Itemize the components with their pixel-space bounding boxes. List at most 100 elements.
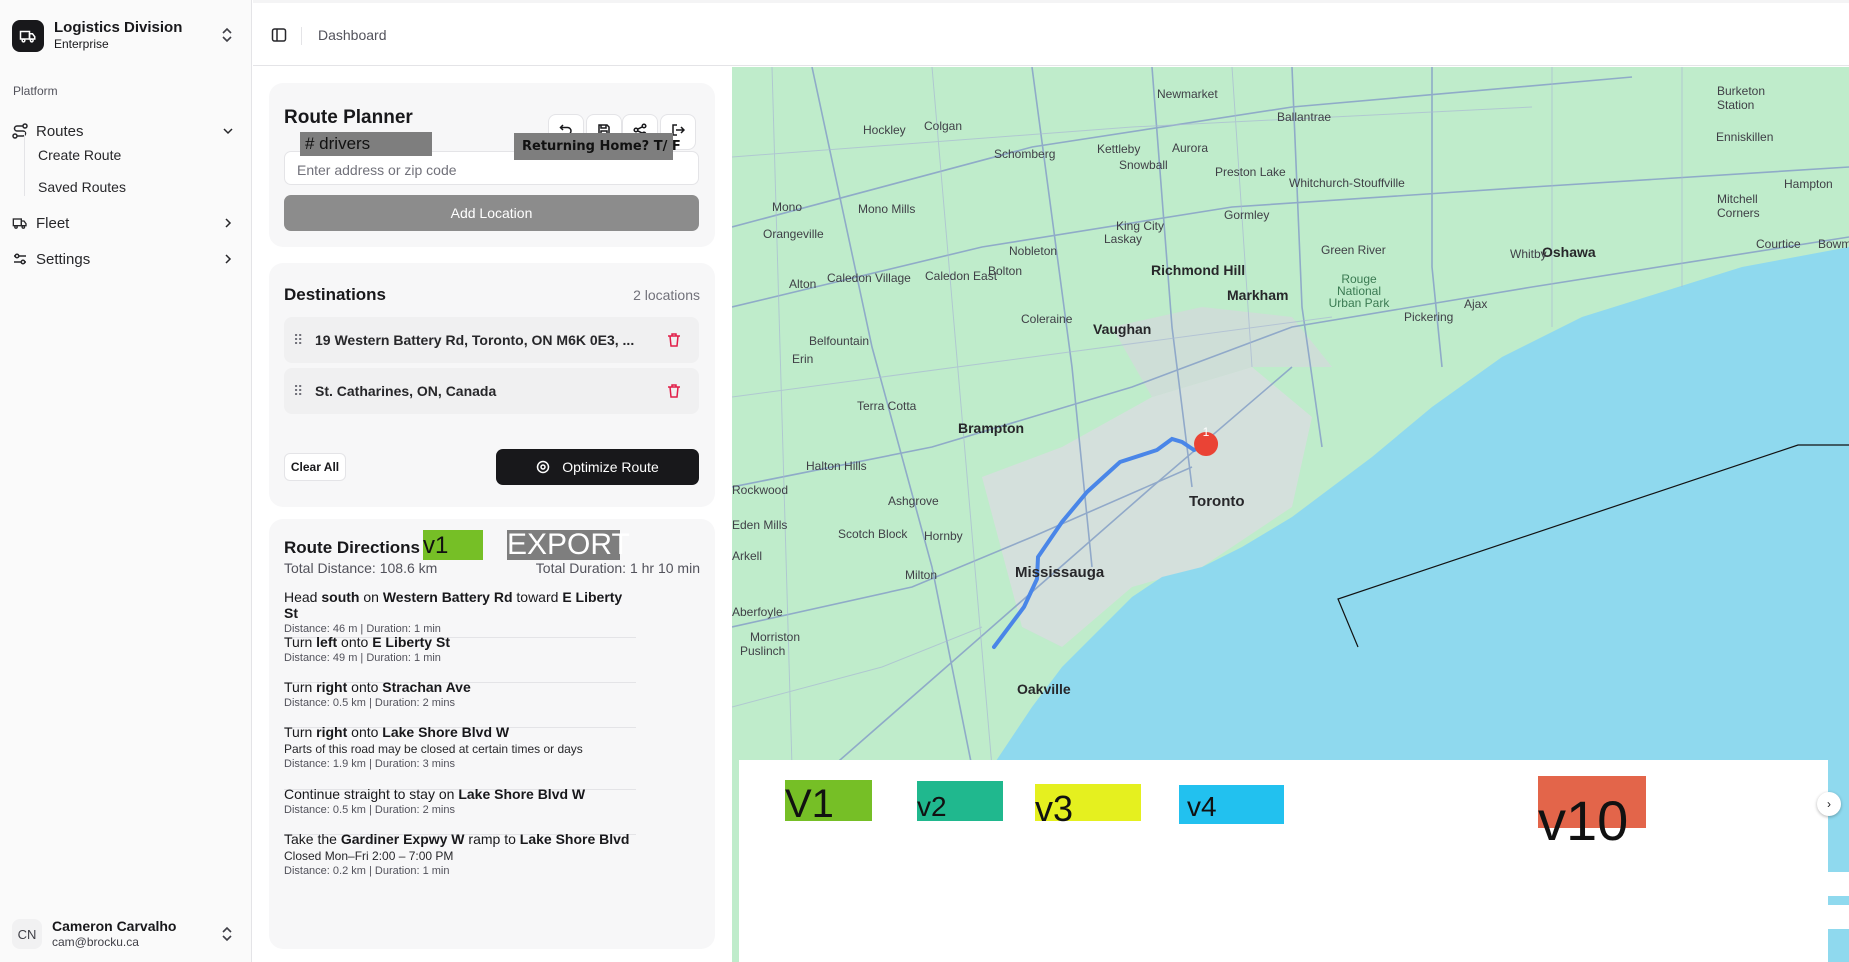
org-name: Logistics Division [54, 19, 183, 36]
org-plan: Enterprise [54, 37, 109, 51]
map-label: Aberfoyle [732, 605, 783, 619]
route-planner-card: Route Planner Enter address or zip code … [269, 83, 715, 247]
step-instruction: Turn right onto Strachan Ave [284, 679, 471, 695]
drag-handle-icon[interactable]: ⠿ [293, 383, 305, 400]
export-button[interactable]: EXPORT [507, 530, 630, 560]
map-label: Burketon Station [1717, 84, 1766, 112]
sliders-icon [12, 251, 28, 267]
sidebar-item-routes[interactable]: Routes [12, 116, 240, 146]
map-label: Belfountain [809, 334, 870, 348]
legend-v10[interactable]: v10 [1538, 776, 1646, 852]
map-label: Kettleby [1097, 142, 1141, 156]
map-label-vaughan: Vaughan [1093, 321, 1152, 337]
map-label: Hampton [1784, 177, 1833, 191]
chevrons-up-down-icon [220, 926, 234, 947]
map-label: Ballantrae [1277, 110, 1332, 124]
sidebar-item-fleet[interactable]: Fleet [12, 208, 240, 238]
route-icon [12, 123, 28, 139]
destination-item[interactable]: ⠿ 19 Western Battery Rd, Toronto, ON M6K… [284, 317, 699, 363]
legend-v3[interactable]: v3 [1035, 784, 1141, 829]
destination-address: 19 Western Battery Rd, Toronto, ON M6K 0… [315, 332, 635, 348]
header-separator [301, 27, 302, 45]
direction-step: Turn left onto E Liberty St Distance: 49… [284, 634, 636, 664]
map-label: Bolton [988, 264, 1023, 278]
chevron-right-icon[interactable]: › [1817, 792, 1841, 816]
map-label: Hornby [924, 529, 963, 543]
step-instruction: Head south on Western Battery Rd toward … [284, 589, 623, 621]
truck-icon [12, 20, 44, 52]
step-instruction: Continue straight to stay on Lake Shore … [284, 786, 586, 802]
avatar: CN [12, 919, 42, 949]
trash-icon[interactable] [667, 383, 681, 404]
returning-home-field[interactable]: Returning Home? T/ F [514, 133, 681, 160]
optimize-route-label: Optimize Route [562, 459, 659, 475]
truck-icon [12, 215, 28, 231]
map-label: Milton [905, 568, 938, 582]
total-duration: Total Duration: 1 hr 10 min [535, 560, 700, 576]
direction-step: Take the Gardiner Expwy W ramp to Lake S… [284, 831, 636, 877]
legend-v4[interactable]: v4 [1179, 785, 1284, 824]
map-label: Puslinch [740, 644, 786, 658]
map-label: Mono Mills [858, 202, 916, 216]
org-switcher[interactable]: Logistics Division Enterprise [12, 16, 240, 56]
add-location-button[interactable]: Add Location [284, 195, 699, 231]
drivers-count-field[interactable]: # drivers [300, 132, 432, 156]
sidebar-subitem-saved-routes[interactable]: Saved Routes [38, 179, 126, 195]
sidebar-item-settings[interactable]: Settings [12, 244, 240, 274]
legend-v2[interactable]: v2 [917, 781, 1003, 822]
step-instruction: Turn left onto E Liberty St [284, 634, 450, 650]
step-meta: Distance: 0.5 km | Duration: 2 mins [284, 804, 455, 816]
map-label: Colgan [924, 119, 963, 133]
breadcrumb[interactable]: Dashboard [318, 27, 387, 43]
clear-all-button[interactable]: Clear All [284, 453, 346, 481]
destination-address: St. Catharines, ON, Canada [315, 383, 497, 399]
map-label: Nobleton [1009, 244, 1058, 258]
trash-icon[interactable] [667, 332, 681, 353]
map-label: Preston Lake [1215, 165, 1286, 179]
map-control[interactable] [1825, 872, 1849, 896]
map-label: King City [1116, 219, 1165, 233]
target-icon [537, 460, 550, 474]
sidebar-toggle-icon[interactable] [271, 27, 287, 48]
drag-handle-icon[interactable]: ⠿ [293, 332, 305, 349]
marker-label: 1 [1203, 425, 1210, 439]
direction-step: Turn right onto Lake Shore Blvd W Parts … [284, 724, 636, 770]
submenu-guide-line [24, 132, 25, 196]
destination-item[interactable]: ⠿ St. Catharines, ON, Canada [284, 368, 699, 414]
chevron-down-icon [222, 124, 234, 141]
step-meta: Distance: 1.9 km | Duration: 3 mins [284, 758, 455, 770]
map-label: Caledon Village [827, 271, 911, 285]
legend-v1[interactable]: V1 [785, 780, 872, 826]
map-label: Orangeville [763, 227, 824, 241]
map-label-oshawa: Oshawa [1542, 244, 1596, 260]
sidebar-subitem-create-route[interactable]: Create Route [38, 147, 121, 163]
step-instruction: Turn right onto Lake Shore Blvd W [284, 724, 510, 740]
map-label: Alton [789, 277, 817, 291]
user-email: cam@brocku.ca [52, 935, 139, 949]
user-name: Cameron Carvalho [52, 918, 177, 934]
map-label: Arkell [732, 549, 763, 563]
route-directions-title: Route Directions [284, 538, 421, 557]
vehicle-legend: V1 v2 v3 v4 v10 [739, 760, 1828, 962]
map-control[interactable] [1825, 905, 1849, 929]
map-label: Ajax [1464, 297, 1488, 311]
direction-step: Turn right onto Strachan Ave Distance: 0… [284, 679, 636, 709]
map-label: Mono [772, 200, 803, 214]
step-meta: Distance: 0.5 km | Duration: 2 mins [284, 697, 455, 709]
map-label: Snowball [1119, 158, 1168, 172]
map-label: Schomberg [994, 147, 1056, 161]
map-label: Terra Cotta [857, 399, 917, 413]
map-label: Caledon East [925, 269, 998, 283]
user-menu[interactable]: CN Cameron Carvalho cam@brocku.ca [12, 914, 240, 954]
vehicle-selector-tag[interactable]: v1 [423, 530, 483, 560]
optimize-route-button[interactable]: Optimize Route [496, 449, 699, 485]
map-label: Laskay [1104, 232, 1143, 246]
map-label: Hockley [863, 123, 906, 137]
step-meta: Distance: 0.2 km | Duration: 1 min [284, 865, 450, 877]
route-planner-title: Route Planner [284, 107, 413, 128]
direction-step: Head south on Western Battery Rd toward … [284, 589, 636, 635]
route-panel: Route Planner Enter address or zip code … [253, 67, 732, 962]
sidebar: Logistics Division Enterprise Platform R… [0, 0, 252, 962]
map-label: Pickering [1404, 310, 1454, 324]
map-label: Courtice [1756, 237, 1801, 251]
